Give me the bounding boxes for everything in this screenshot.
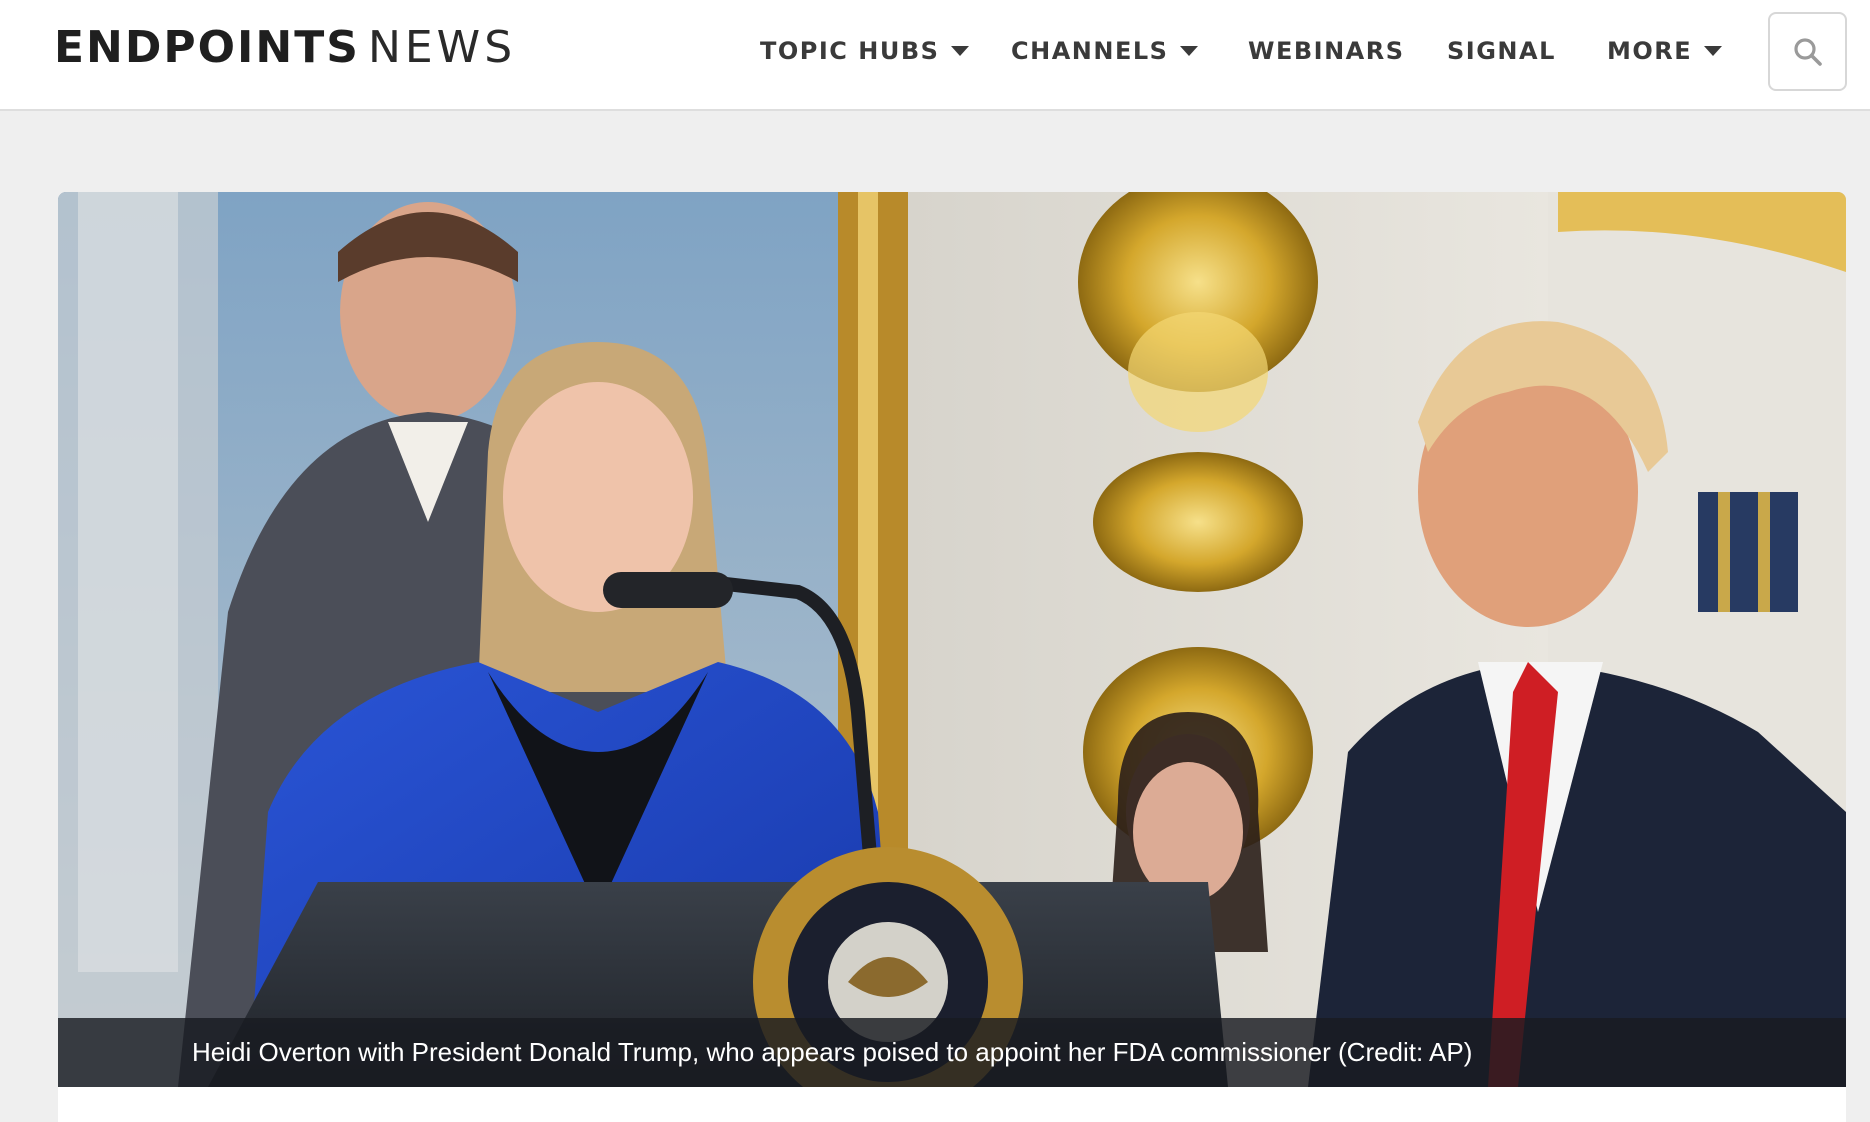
image-caption-bar: Heidi Overton with President Donald Trum… bbox=[58, 1018, 1846, 1087]
search-icon bbox=[1793, 37, 1822, 66]
nav-more-label: MORE bbox=[1607, 37, 1693, 65]
logo-news: NEWS bbox=[367, 22, 517, 73]
hero-photo bbox=[58, 192, 1846, 1087]
chevron-down-icon bbox=[1180, 46, 1199, 56]
nav-webinars[interactable]: WEBINARS bbox=[1248, 36, 1405, 66]
logo-endpoints: ENDPOINTS bbox=[54, 22, 360, 73]
search-button[interactable] bbox=[1768, 12, 1847, 91]
nav-channels[interactable]: CHANNELS bbox=[1011, 36, 1199, 66]
nav-channels-label: CHANNELS bbox=[1011, 37, 1169, 65]
image-caption: Heidi Overton with President Donald Trum… bbox=[192, 1037, 1473, 1067]
nav-signal-label: SIGNAL bbox=[1447, 37, 1556, 65]
chevron-down-icon bbox=[1704, 46, 1723, 56]
nav-topic-hubs[interactable]: TOPIC HUBS bbox=[760, 36, 970, 66]
nav-topic-hubs-label: TOPIC HUBS bbox=[760, 37, 940, 65]
article-body-card bbox=[58, 1087, 1846, 1122]
nav-webinars-label: WEBINARS bbox=[1248, 37, 1405, 65]
nav-signal[interactable]: SIGNAL bbox=[1447, 36, 1556, 66]
nav-more[interactable]: MORE bbox=[1607, 36, 1723, 66]
site-logo[interactable]: ENDPOINTS NEWS bbox=[54, 22, 516, 74]
hero-image[interactable]: Heidi Overton with President Donald Trum… bbox=[58, 192, 1846, 1087]
site-header: ENDPOINTS NEWS TOPIC HUBS CHANNELS WEBIN… bbox=[0, 0, 1870, 111]
chevron-down-icon bbox=[951, 46, 970, 56]
